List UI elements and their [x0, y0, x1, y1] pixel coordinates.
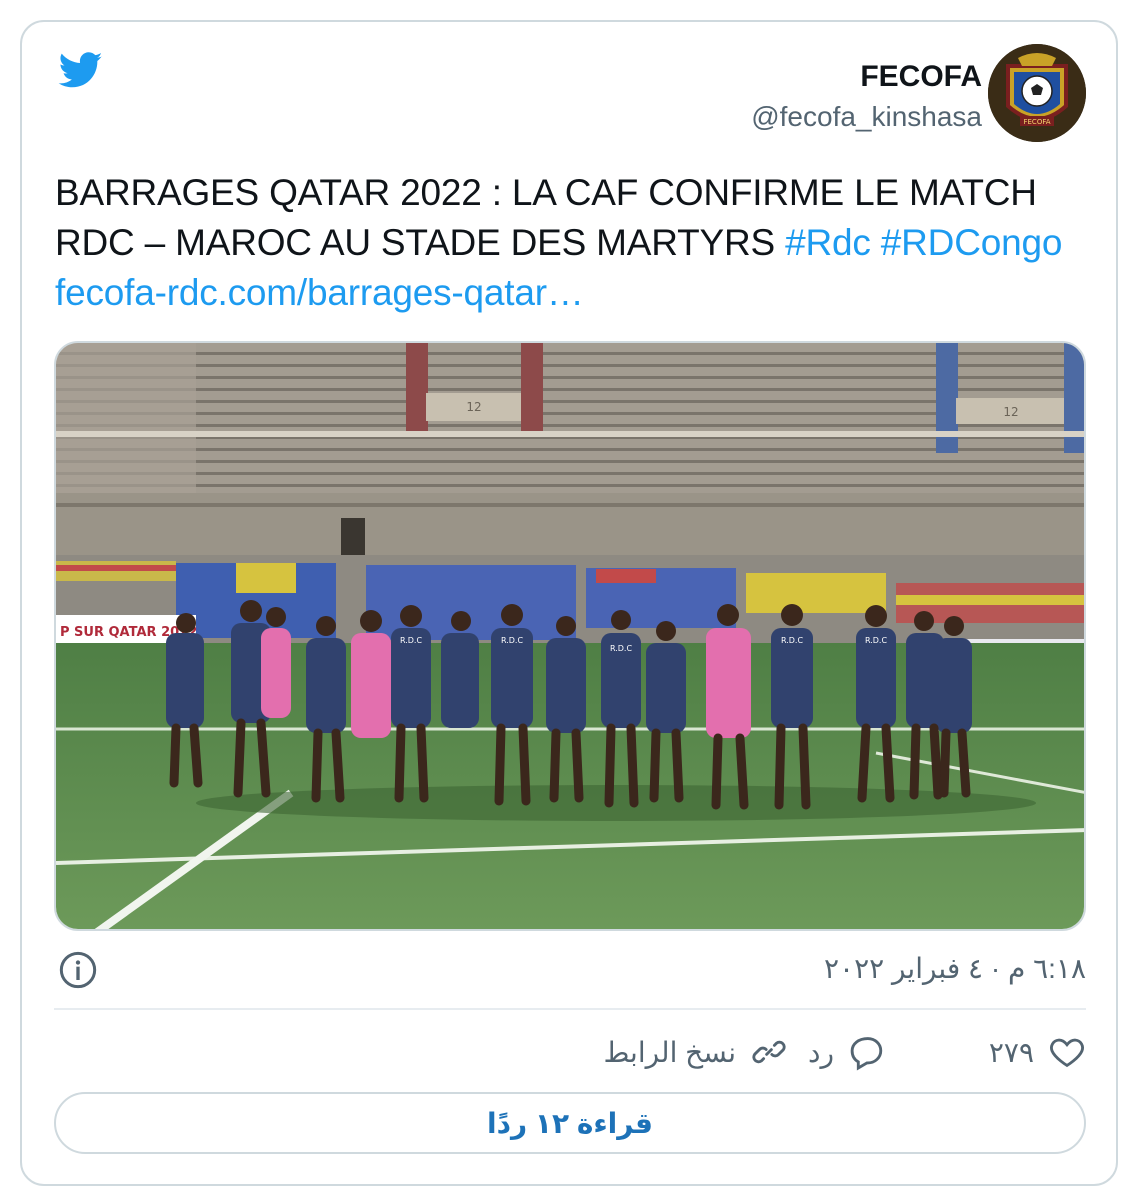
like-count: ٢٧٩ [988, 1036, 1034, 1068]
link-icon[interactable] [750, 1033, 788, 1071]
reply-label: رد [808, 1036, 834, 1068]
svg-text:12: 12 [1003, 405, 1018, 419]
stadium-training-photo: 12 12 P SUR QATAR 2022 R.D.C R.D.C R.D.C… [56, 343, 1084, 929]
like-action[interactable]: ٢٧٩ [989, 1030, 1086, 1074]
svg-text:FECOFA: FECOFA [1023, 118, 1050, 126]
info-icon[interactable] [58, 950, 98, 990]
author-handle[interactable]: @fecofa_kinshasa [751, 100, 982, 134]
avatar[interactable]: FECOFA [988, 44, 1086, 142]
fecofa-logo-icon: FECOFA [988, 44, 1086, 142]
divider [54, 1008, 1086, 1010]
reply-bubble-icon[interactable] [848, 1033, 886, 1071]
copy-link-action[interactable]: نسخ الرابط [603, 1030, 788, 1074]
tweet-text: BARRAGES QATAR 2022 : LA CAF CONFIRME LE… [55, 168, 1095, 318]
svg-text:R.D.C: R.D.C [781, 636, 804, 645]
svg-text:12: 12 [466, 400, 481, 414]
hashtag-rdc[interactable]: #Rdc [785, 222, 871, 263]
svg-text:R.D.C: R.D.C [865, 636, 888, 645]
article-link[interactable]: fecofa-rdc.com/barrages-qatar… [55, 272, 584, 313]
hashtag-rdcongo[interactable]: #RDCongo [881, 222, 1063, 263]
read-replies-button[interactable]: قراءة ١٢ ردًا [54, 1092, 1086, 1154]
twitter-bird-icon[interactable] [56, 48, 106, 92]
author-block[interactable]: FECOFA @fecofa_kinshasa [751, 60, 982, 134]
tweet-timestamp[interactable]: ٦:١٨ م · ٤ فبراير ٢٠٢٢ [824, 952, 1086, 985]
svg-text:R.D.C: R.D.C [610, 644, 633, 653]
heart-icon[interactable] [1048, 1033, 1086, 1071]
svg-text:R.D.C: R.D.C [400, 636, 423, 645]
tweet-photo[interactable]: 12 12 P SUR QATAR 2022 R.D.C R.D.C R.D.C… [54, 341, 1086, 931]
author-name[interactable]: FECOFA [751, 60, 982, 94]
reply-action[interactable]: رد [808, 1030, 886, 1074]
svg-text:R.D.C: R.D.C [501, 636, 524, 645]
copy-link-label: نسخ الرابط [603, 1036, 736, 1068]
